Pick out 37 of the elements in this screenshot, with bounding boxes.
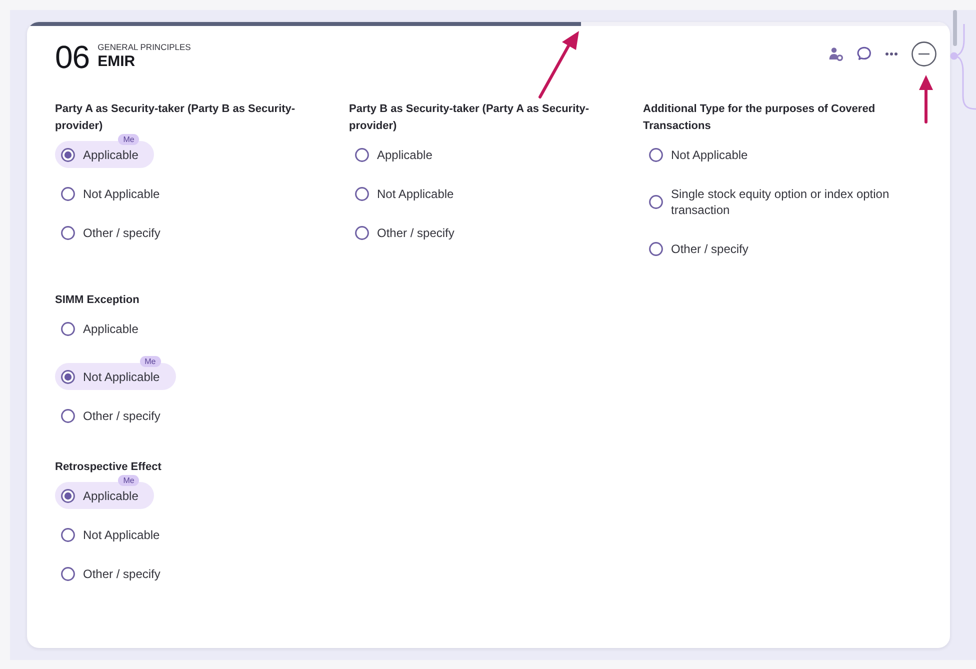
user-badge: Me: [118, 475, 140, 486]
more-button[interactable]: [885, 52, 898, 56]
scrollbar-thumb[interactable]: [953, 10, 957, 46]
radio-option[interactable]: Applicable: [349, 141, 448, 168]
comment-icon: [856, 46, 872, 62]
comment-button[interactable]: [856, 46, 872, 62]
radio-option[interactable]: Not Applicable: [55, 180, 176, 207]
radio-option[interactable]: Other / specify: [55, 560, 176, 587]
question-label: Party B as Security-taker (Party A as Security-provider): [349, 102, 590, 134]
user-badge: Me: [118, 134, 140, 145]
radio-option[interactable]: Not Applicable: [55, 521, 176, 548]
radio-option[interactable]: Not Applicable: [349, 180, 470, 207]
annotation-arrow: [919, 75, 933, 124]
collapse-button[interactable]: [911, 41, 937, 67]
radio-option[interactable]: Other / specify: [55, 402, 176, 429]
annotation-arrow: [538, 31, 579, 98]
section-category: GENERAL PRINCIPLES: [98, 42, 191, 52]
radio-option[interactable]: Applicable: [55, 141, 154, 168]
user-badge: Me: [140, 356, 161, 367]
radio-option[interactable]: Applicable: [55, 482, 154, 509]
question-label: Party A as Security-taker (Party B as Security-provider): [55, 102, 296, 134]
more-icon: [885, 52, 898, 56]
section-number: 06: [55, 38, 90, 76]
radio-option[interactable]: Other / specify: [349, 219, 470, 246]
question-label: Retrospective Effect: [55, 460, 162, 475]
radio-option[interactable]: Applicable: [55, 315, 154, 342]
question-label: Additional Type for the purposes of Covered Transactions: [643, 102, 876, 134]
section-title: EMIR: [98, 52, 136, 70]
radio-option[interactable]: Not Applicable: [55, 363, 176, 390]
radio-option[interactable]: Single stock equity option or index option transaction: [643, 180, 925, 223]
question-label: SIMM Exception: [55, 293, 140, 308]
person-icon: [829, 47, 843, 61]
radio-option[interactable]: Other / specify: [55, 219, 176, 246]
radio-option[interactable]: Other / specify: [643, 235, 764, 262]
minus-circle-icon: [911, 41, 937, 67]
assign-user-button[interactable]: [829, 47, 843, 61]
radio-option[interactable]: Not Applicable: [643, 141, 764, 168]
